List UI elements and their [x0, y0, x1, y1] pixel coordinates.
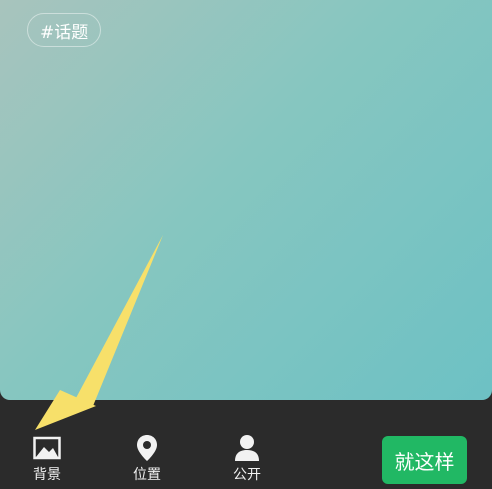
topic-chip[interactable]: #话题	[27, 13, 102, 47]
privacy-button[interactable]: 公开	[217, 433, 277, 487]
location-button[interactable]: 位置	[117, 433, 177, 487]
image-icon	[32, 433, 62, 463]
topic-chip-label: #话题	[40, 22, 89, 43]
privacy-button-label: 公开	[233, 467, 261, 483]
post-canvas[interactable]: #话题	[0, 0, 492, 400]
person-icon	[232, 433, 262, 463]
location-pin-icon	[132, 433, 162, 463]
background-button-label: 背景	[33, 467, 61, 483]
submit-button[interactable]: 就这样	[382, 436, 467, 484]
background-button[interactable]: 背景	[17, 433, 77, 487]
post-editor-screen: #话题 背景 位置 公开 就这样	[0, 0, 492, 489]
location-button-label: 位置	[133, 467, 161, 483]
